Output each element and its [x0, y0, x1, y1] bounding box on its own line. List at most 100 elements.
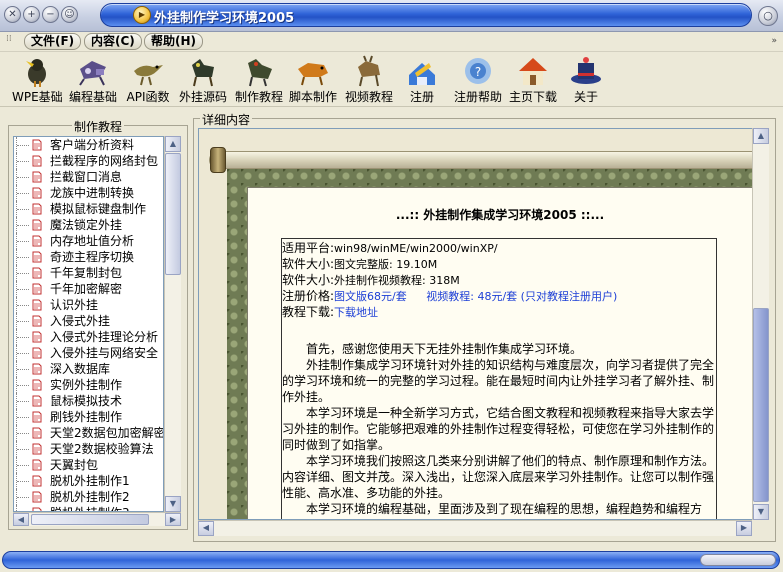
tree-line	[16, 505, 30, 511]
tree-item-label: 模拟鼠标键盘制作	[50, 202, 147, 216]
tree-item[interactable]: 拦截程序的网络封包	[14, 153, 163, 169]
tool-plugin-source[interactable]: 外挂源码	[176, 52, 230, 107]
tool-video-tutorial[interactable]: 视频教程	[342, 52, 396, 107]
scroll-down-icon[interactable]: ▼	[165, 496, 181, 512]
tree-line	[16, 345, 30, 361]
tree-line	[16, 393, 30, 409]
download-link[interactable]: 下载地址	[334, 306, 378, 319]
tree-item[interactable]: 认识外挂	[14, 297, 163, 313]
document-page-icon	[32, 219, 42, 231]
tree-item[interactable]: 入侵式外挂理论分析	[14, 329, 163, 345]
scroll-up-icon[interactable]: ▲	[165, 136, 181, 152]
tree-item[interactable]: 千年加密解密	[14, 281, 163, 297]
tree-item[interactable]: 鼠标模拟技术	[14, 393, 163, 409]
tree-item[interactable]: 深入数据库	[14, 361, 163, 377]
menu-content[interactable]: 内容(C)	[84, 33, 142, 50]
tree-item[interactable]: 脱机外挂制作1	[14, 473, 163, 489]
tree-item-label: 魔法锁定外挂	[50, 218, 123, 232]
tree-item[interactable]: 拦截窗口消息	[14, 169, 163, 185]
document-title: ...:: 外挂制作集成学习环境2005 ::...	[395, 208, 605, 222]
scroll-thumb[interactable]	[753, 308, 769, 502]
document-page-icon	[32, 427, 42, 439]
document-page-icon	[32, 395, 42, 407]
paragraph: 本学习环境我们按照这几类来分别讲解了他们的特点、制作原理和制作方法。内容详细、图…	[282, 454, 715, 500]
tree-line	[16, 409, 30, 425]
tree-item-label: 拦截程序的网络封包	[50, 154, 159, 168]
tree-line	[16, 249, 30, 265]
dog-icon	[298, 63, 328, 86]
tree-vertical-scrollbar[interactable]: ▲ ▼	[164, 136, 181, 512]
info-key: 适用平台:	[282, 241, 335, 255]
tree-item-label: 刷钱外挂制作	[50, 410, 123, 424]
document-page-icon	[32, 331, 42, 343]
scroll-right-icon[interactable]: ▶	[736, 521, 752, 536]
scroll-right-icon[interactable]: ▶	[165, 513, 181, 526]
tree-item[interactable]: 奇迹主程序切换	[14, 249, 163, 265]
tree-item[interactable]: 脱机外挂制作3	[14, 505, 163, 511]
paragraph: 本学习环境是一种全新学习方式，它结合图文教程和视频教程来指导大家去学习外挂的制作…	[282, 406, 715, 452]
status-resize-slider[interactable]	[700, 554, 776, 566]
document-paper: ...:: 外挂制作集成学习环境2005 ::... 适用平台:win98/wi…	[247, 187, 753, 519]
scroll-thumb[interactable]	[165, 153, 181, 275]
tool-programming-basics[interactable]: 编程基础	[66, 52, 120, 107]
help-gear-icon: ?	[465, 58, 491, 84]
left-panel-caption: 制作教程	[72, 118, 125, 135]
info-key: 注册价格:	[282, 289, 335, 303]
tree-item[interactable]: 魔法锁定外挂	[14, 217, 163, 233]
tool-label: 注册	[409, 90, 434, 104]
menu-grip-icon: ⁞⁞	[6, 34, 12, 44]
status-pill	[2, 551, 780, 569]
tool-making-tutorial[interactable]: 制作教程	[232, 52, 286, 107]
tree-item[interactable]: 千年复制封包	[14, 265, 163, 281]
tool-script-making[interactable]: 脚本制作	[286, 52, 340, 107]
tree-item[interactable]: 实例外挂制作	[14, 377, 163, 393]
smiley-icon[interactable]: ☺	[61, 6, 78, 23]
app-logo-icon: ▶	[133, 6, 151, 24]
tool-wpe-basics[interactable]: WPE基础	[12, 52, 63, 107]
content-vertical-scrollbar[interactable]: ▲ ▼	[752, 128, 769, 520]
tree-item[interactable]: 脱机外挂制作2	[14, 489, 163, 505]
maximize-window-icon[interactable]: +	[23, 6, 40, 23]
tool-about[interactable]: 关于	[566, 52, 606, 107]
tree-item[interactable]: 内存地址值分析	[14, 233, 163, 249]
tree-item[interactable]: 刷钱外挂制作	[14, 409, 163, 425]
tree-item[interactable]: 模拟鼠标键盘制作	[14, 201, 163, 217]
tool-api-functions[interactable]: API函数	[124, 52, 172, 107]
tree-item[interactable]: 龙族中进制转换	[14, 185, 163, 201]
tree-item-label: 实例外挂制作	[50, 378, 123, 392]
scroll-up-icon[interactable]: ▲	[753, 128, 769, 144]
tree-item[interactable]: 入侵式外挂	[14, 313, 163, 329]
menu-help[interactable]: 帮助(H)	[144, 33, 204, 50]
tree-item-label: 脱机外挂制作2	[50, 490, 130, 504]
tool-homepage-download[interactable]: 主页下载	[506, 52, 560, 107]
tree-horizontal-scrollbar[interactable]: ◀ ▶	[13, 512, 181, 526]
tree-item[interactable]: 天堂2数据包加密解密	[14, 425, 163, 441]
document-page-icon	[32, 235, 42, 247]
tool-label: 脚本制作	[288, 90, 337, 104]
scroll-down-icon[interactable]: ▼	[753, 504, 769, 520]
menu-file[interactable]: 文件(F)	[24, 33, 82, 50]
price-video-link[interactable]: 视频教程: 48元/套 (只对教程注册用户)	[426, 290, 617, 303]
menu-overflow-icon[interactable]: »	[771, 36, 777, 46]
minimize-window-icon[interactable]: −	[42, 6, 59, 23]
scroll-left-icon[interactable]: ◀	[13, 513, 29, 526]
document-page-icon	[32, 187, 42, 199]
tree-item[interactable]: 客户端分析资料	[14, 137, 163, 153]
robot-icon	[79, 61, 106, 86]
tree-item[interactable]: 天翼封包	[14, 457, 163, 473]
tree-item[interactable]: 天堂2数据校验算法	[14, 441, 163, 457]
close-window-icon[interactable]: ✕	[4, 6, 21, 23]
info-value: 图文完整版: 19.10M	[334, 258, 438, 271]
scroll-thumb[interactable]	[31, 514, 149, 525]
window-menu-icon[interactable]: ○	[758, 6, 778, 26]
tool-register[interactable]: 注册	[402, 52, 442, 107]
toolbar: WPE基础 编程基础 API函数 外挂源码 制作教程 脚本制作 视频教程 注册 …	[0, 52, 783, 107]
tree-item[interactable]: 入侵外挂与网络安全	[14, 345, 163, 361]
scroll-left-icon[interactable]: ◀	[198, 521, 214, 536]
tree-line	[16, 233, 30, 249]
price-text-link[interactable]: 图文版68元/套	[334, 290, 407, 303]
tool-register-help[interactable]: ? 注册帮助	[448, 52, 508, 107]
tree-item-label: 内存地址值分析	[50, 234, 135, 248]
info-value: 外挂制作视频教程: 318M	[334, 274, 460, 287]
content-horizontal-scrollbar[interactable]: ◀ ▶	[198, 520, 752, 536]
